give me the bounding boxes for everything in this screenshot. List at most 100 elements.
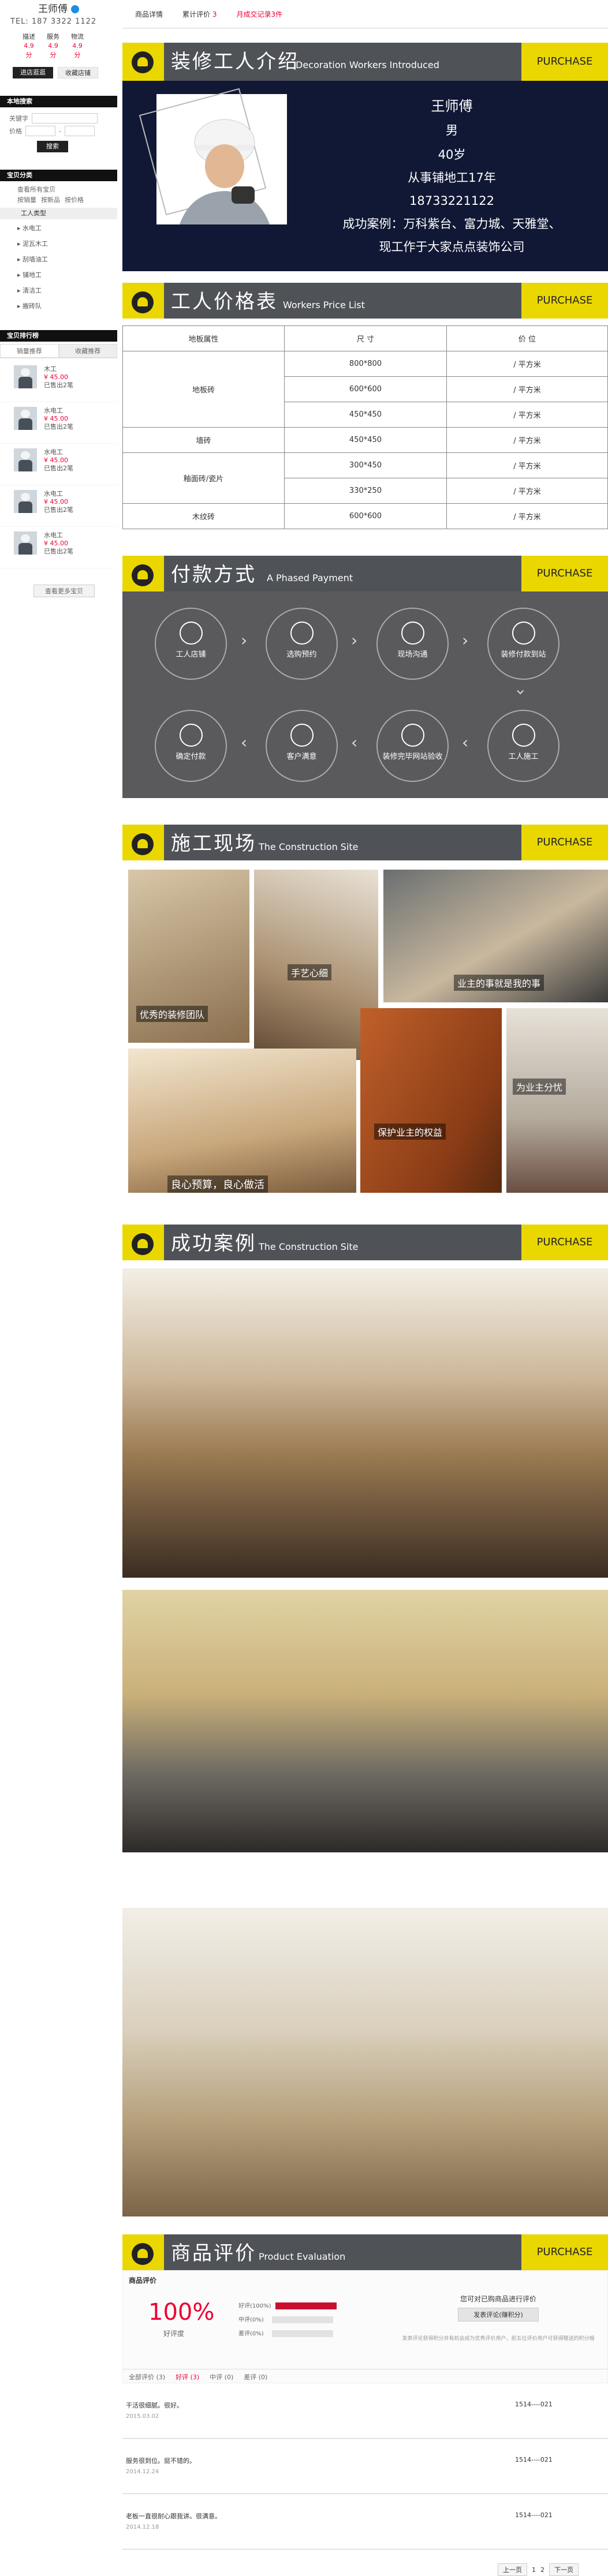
section-header-eval: 商品评价 Product Evaluation PURCHASE (122, 2234, 608, 2270)
category-item[interactable]: ▸ 搬砖队 (0, 298, 117, 314)
filter-bad[interactable]: 差评 (0) (244, 2372, 267, 2382)
prev-page-button[interactable]: 上一页 (498, 2563, 527, 2576)
purchase-button[interactable]: PURCHASE (521, 43, 608, 81)
filter-all[interactable]: 全部评价 (3) (129, 2372, 165, 2382)
purchase-button[interactable]: PURCHASE (521, 1225, 608, 1260)
product-thumbnail[interactable] (14, 407, 37, 430)
section-header-price: 工人价格表 Workers Price List PURCHASE (122, 283, 608, 319)
keyword-input[interactable] (32, 113, 98, 123)
table-row: 地板砖 800*800/ 平方米 (122, 351, 608, 428)
wallet-icon (512, 621, 535, 645)
page-1[interactable]: 1 (532, 2566, 536, 2574)
ranking-product[interactable]: 木工 ¥ 45.00 已售出2笔 (0, 361, 117, 402)
helmet-icon (132, 833, 154, 855)
purchase-button[interactable]: PURCHASE (521, 283, 608, 319)
pagination: 上一页 1 2 下一页 (498, 2563, 579, 2576)
category-item[interactable]: ▸ 刮墙油工 (0, 252, 117, 267)
review-item: 服务很到位。挺不错的。 2014.12.24 1514----021 (122, 2439, 608, 2494)
step-construction: 工人施工 (487, 710, 559, 782)
case-photo-tv-room (122, 1590, 608, 1852)
site-caption: 良心预算，良心做活 (167, 1175, 268, 1193)
site-photo (360, 1008, 502, 1193)
ranking-product[interactable]: 水电工 ¥ 45.00 已售出2笔 (0, 485, 117, 527)
step-booking: 选购预约 (266, 608, 338, 680)
worker-intro: 王师傅 男 40岁 从事铺地工17年 18733221122 成功案例：万科紫台… (122, 81, 608, 271)
tab-sales[interactable]: 销量推荐 (0, 344, 59, 358)
tab-favorites[interactable]: 收藏推荐 (58, 344, 117, 358)
worker-name: 王师傅 (431, 98, 473, 114)
favorite-shop-button[interactable]: 收藏店铺 (58, 67, 98, 78)
helmet-icon (132, 51, 154, 73)
all-items-link[interactable]: 查看所有宝贝 (0, 181, 117, 195)
category-title: 宝贝分类 (0, 170, 117, 181)
site-caption: 优秀的装修团队 (136, 1006, 208, 1022)
see-more-button[interactable]: 查看更多宝贝 (33, 585, 95, 597)
worker-photo (139, 88, 287, 224)
tab-details[interactable]: 商品详情 (135, 9, 163, 19)
section-header-intro: 装修工人介绍 Decoration Workers Introduced PUR… (122, 43, 608, 81)
price-max-input[interactable] (64, 126, 95, 136)
product-thumbnail[interactable] (14, 531, 37, 555)
price-table: 地板属性尺 寸价 位 地板砖 800*800/ 平方米 600*600/ 平方米 … (122, 325, 608, 529)
table-header: 地板属性尺 寸价 位 (122, 325, 608, 351)
search-title: 本地搜索 (0, 96, 117, 107)
qq-icon[interactable] (71, 5, 79, 13)
purchase-button[interactable]: PURCHASE (521, 825, 608, 860)
house-icon (132, 1233, 154, 1255)
page-2[interactable]: 2 (540, 2566, 544, 2574)
purchase-button[interactable]: PURCHASE (521, 556, 608, 591)
price-min-input[interactable] (25, 126, 55, 136)
worker-icon (132, 291, 154, 313)
section-subtitle: Product Evaluation (259, 2251, 346, 2262)
worker-gender: 男 (446, 123, 458, 137)
worker-company: 现工作于大家点点装饰公司 (379, 240, 525, 254)
category-item[interactable]: ▸ 水电工 (0, 220, 117, 236)
sort-sales[interactable]: 按销量 (17, 195, 36, 204)
site-caption: 手艺心细 (288, 964, 332, 980)
case-photo-kitchen (122, 1908, 608, 2216)
shop-tel: TEL: 187 3322 1122 (10, 17, 97, 26)
ranking-product[interactable]: 水电工 ¥ 45.00 已售出2笔 (0, 444, 117, 485)
category-main[interactable]: 工人类型 (0, 208, 117, 219)
product-thumbnail[interactable] (14, 448, 37, 471)
purchase-button[interactable]: PURCHASE (521, 2234, 608, 2270)
search-button[interactable]: 搜索 (37, 141, 68, 152)
write-review-button[interactable]: 发表评论(赚积分) (458, 2308, 539, 2322)
filter-mid[interactable]: 中评 (0) (210, 2372, 233, 2382)
bar-bad: 差评(0%) (238, 2328, 333, 2337)
worker-phone: 18733221122 (409, 194, 494, 208)
next-page-button[interactable]: 下一页 (549, 2563, 579, 2576)
filter-good[interactable]: 好评 (3) (176, 2372, 199, 2382)
sort-new[interactable]: 按新品 (41, 195, 60, 204)
section-title: 工人价格表 (171, 290, 278, 313)
eval-score-label: 好评度 (163, 2330, 185, 2338)
worker-age: 40岁 (438, 148, 466, 162)
section-title: 施工现场 (171, 832, 256, 855)
table-row: 釉面砖/瓷片 300*450/ 平方米 (122, 452, 608, 504)
product-thumbnail[interactable] (14, 365, 37, 388)
category-item[interactable]: ▸ 清洁工 (0, 283, 117, 298)
product-thumbnail[interactable] (14, 490, 37, 513)
clipboard-icon (401, 724, 424, 747)
ranking-product[interactable]: 水电工 ¥ 45.00 已售出2笔 (0, 402, 117, 444)
enter-shop-button[interactable]: 进店逛逛 (13, 67, 53, 78)
section-header-cases: 成功案例 The Construction Site PURCHASE (122, 1225, 608, 1260)
eval-prompt: 您可对已购商品进行评价 (460, 2295, 536, 2303)
ranking-product[interactable]: 水电工 ¥ 45.00 已售出2笔 (0, 527, 117, 568)
eval-score: 100% (148, 2299, 215, 2326)
section-title: 商品评价 (171, 2242, 256, 2265)
section-subtitle: The Construction Site (259, 1241, 359, 1252)
site-photo (506, 1008, 608, 1193)
price-dash: - (59, 127, 61, 135)
site-caption: 保护业主的权益 (374, 1124, 446, 1140)
category-item[interactable]: ▸ 泥瓦木工 (0, 236, 117, 252)
review-item: 干活很细腻。很好。 2015.03.02 1514----021 (122, 2383, 608, 2439)
eval-title: 商品评价 (129, 2277, 157, 2285)
tab-reviews[interactable]: 累计评价 3 (182, 9, 217, 19)
sort-price[interactable]: 按价格 (65, 195, 84, 204)
chat-icon (401, 621, 424, 645)
star-icon (132, 2243, 154, 2265)
tab-deals[interactable]: 月成交记录3件 (237, 9, 283, 19)
category-item[interactable]: ▸ 铺地工 (0, 267, 117, 283)
price-label: 价格 (9, 128, 22, 135)
